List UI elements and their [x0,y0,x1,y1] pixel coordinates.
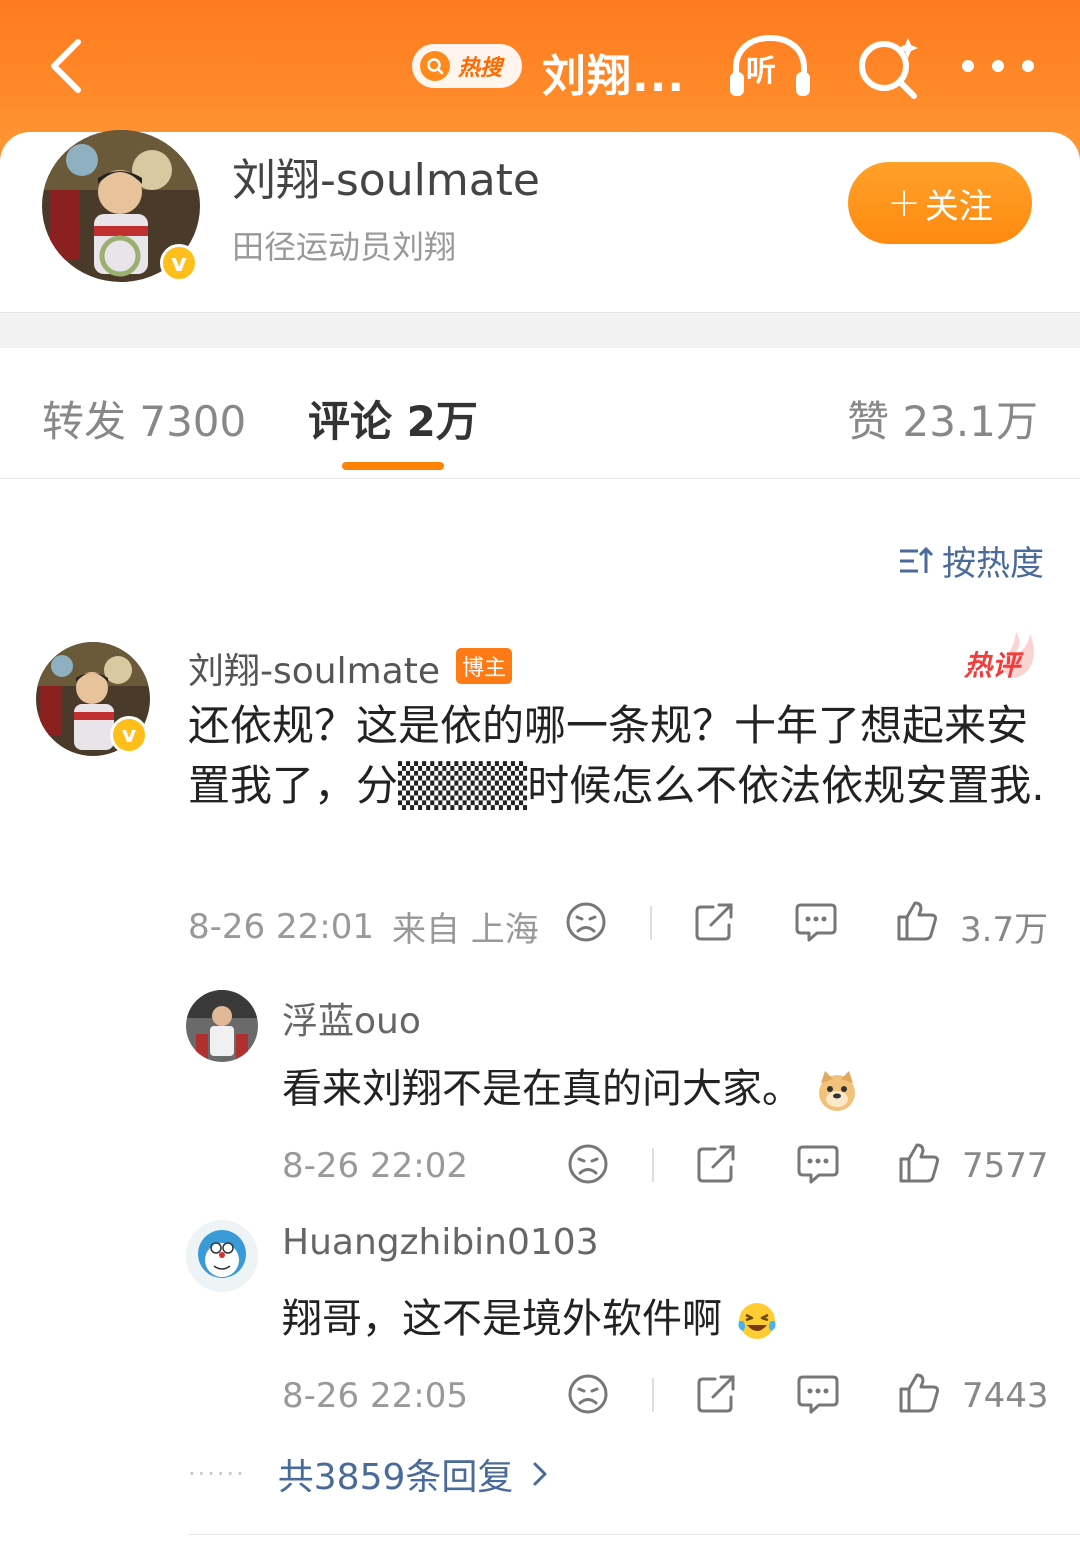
plus-icon: + [887,180,921,226]
comment-meta: 8-26 22:01 来自 上海 [188,902,539,951]
page-title: 刘翔... [542,51,686,102]
sort-button[interactable]: 按热度 [898,536,1044,585]
share-button[interactable] [694,1142,738,1186]
dot-icon [962,60,974,72]
like-button[interactable] [896,1140,942,1186]
reply-text-content: 看来刘翔不是在真的问大家。 [282,1066,802,1112]
divider [650,906,652,940]
more-replies-link[interactable]: ······ 共3859条回复 [188,1448,549,1500]
share-icon [695,903,733,941]
follow-label: 关注 [924,186,993,227]
dislike-button[interactable] [566,1142,610,1186]
section-divider [0,312,1080,348]
share-icon [697,1145,735,1183]
like-button[interactable] [894,898,940,944]
dislike-button[interactable] [566,1372,610,1416]
verified-badge: v [160,244,198,282]
search-sparkle-icon [859,38,918,99]
reply-time: 8-26 22:05 [282,1376,468,1416]
comment-time: 8-26 22:01 [188,906,374,947]
tab-divider [0,478,1080,479]
comment-bubble-icon [797,1375,839,1414]
dislike-button[interactable] [564,900,608,944]
dotted-line-icon: ······ [188,1460,246,1488]
share-icon [697,1375,735,1413]
sad-face-icon [568,1374,608,1414]
tab-likes[interactable]: 赞 23.1万 [847,388,1038,449]
reply-button[interactable] [796,1372,840,1416]
divider [652,1148,654,1182]
search-icon [420,51,450,81]
reply-author-name[interactable]: Huangzhibin0103 [282,1222,599,1263]
tab-comments[interactable]: 评论 2万 [308,388,478,449]
like-count: 7577 [962,1146,1049,1186]
comment-text: 还依规？这是依的哪一条规？十年了想起来安置我了，分▒▒▒▒时候怎么不依法依规安置… [188,701,1045,810]
listen-button[interactable]: 听 [728,34,812,98]
sort-label: 按热度 [942,544,1044,584]
reply-text: 翔哥，这不是境外软件啊 [282,1286,779,1344]
thumbs-up-icon [899,1143,939,1183]
verified-mark: v [171,249,187,277]
search-button[interactable] [856,34,922,100]
chevron-left-icon [51,39,81,93]
hot-comment-badge: 热评 [964,632,1040,682]
doge-emoji-icon [818,1071,855,1111]
verified-badge: v [110,716,148,754]
active-tab-indicator [342,462,444,470]
reply-author-avatar[interactable] [186,990,258,1062]
author-badge: 博主 [456,648,513,684]
share-button[interactable] [692,900,736,944]
thumbs-up-icon [897,901,937,941]
more-button[interactable] [962,48,1034,84]
share-button[interactable] [694,1372,738,1416]
like-count: 7443 [962,1376,1049,1416]
hot-search-pill[interactable]: 热搜 [412,44,522,88]
back-button[interactable] [40,36,100,96]
chevron-right-icon [533,1462,547,1486]
reply-author-avatar[interactable] [186,1220,258,1292]
like-button[interactable] [896,1370,942,1416]
dot-icon [992,60,1004,72]
comment-bubble-icon [795,903,837,942]
more-replies-label: 共3859条回复 [277,1457,514,1498]
profile-name[interactable]: 刘翔-soulmate [232,144,540,208]
divider [188,1534,1080,1535]
reply-button[interactable] [796,1142,840,1186]
like-count: 3.7万 [960,910,1049,950]
reply-text-content: 翔哥，这不是境外软件啊 [282,1296,722,1342]
profile-description: 田径运动员刘翔 [232,228,457,266]
sad-face-icon [568,1144,608,1184]
sort-icon [900,546,934,573]
verified-mark: v [121,722,137,748]
tab-reposts[interactable]: 转发 7300 [42,388,246,449]
divider [652,1378,654,1412]
reply-text: 看来刘翔不是在真的问大家。 [282,1056,859,1114]
hot-comment-label: 热评 [964,649,1021,682]
follow-button[interactable]: + 关注 [848,162,1032,244]
dot-icon [1022,60,1034,72]
reply-author-name[interactable]: 浮蓝ouo [282,992,421,1044]
comment-author-name[interactable]: 刘翔-soulmate [188,642,440,694]
comment-location: 来自 上海 [391,910,539,950]
comment-bubble-icon [797,1145,839,1184]
listen-label: 听 [746,54,776,89]
laugh-cry-emoji-icon [738,1303,776,1339]
sad-face-icon [566,902,606,942]
hot-search-label: 热搜 [458,56,503,81]
reply-button[interactable] [794,900,838,944]
reply-time: 8-26 22:02 [282,1146,468,1186]
thumbs-up-icon [899,1373,939,1413]
